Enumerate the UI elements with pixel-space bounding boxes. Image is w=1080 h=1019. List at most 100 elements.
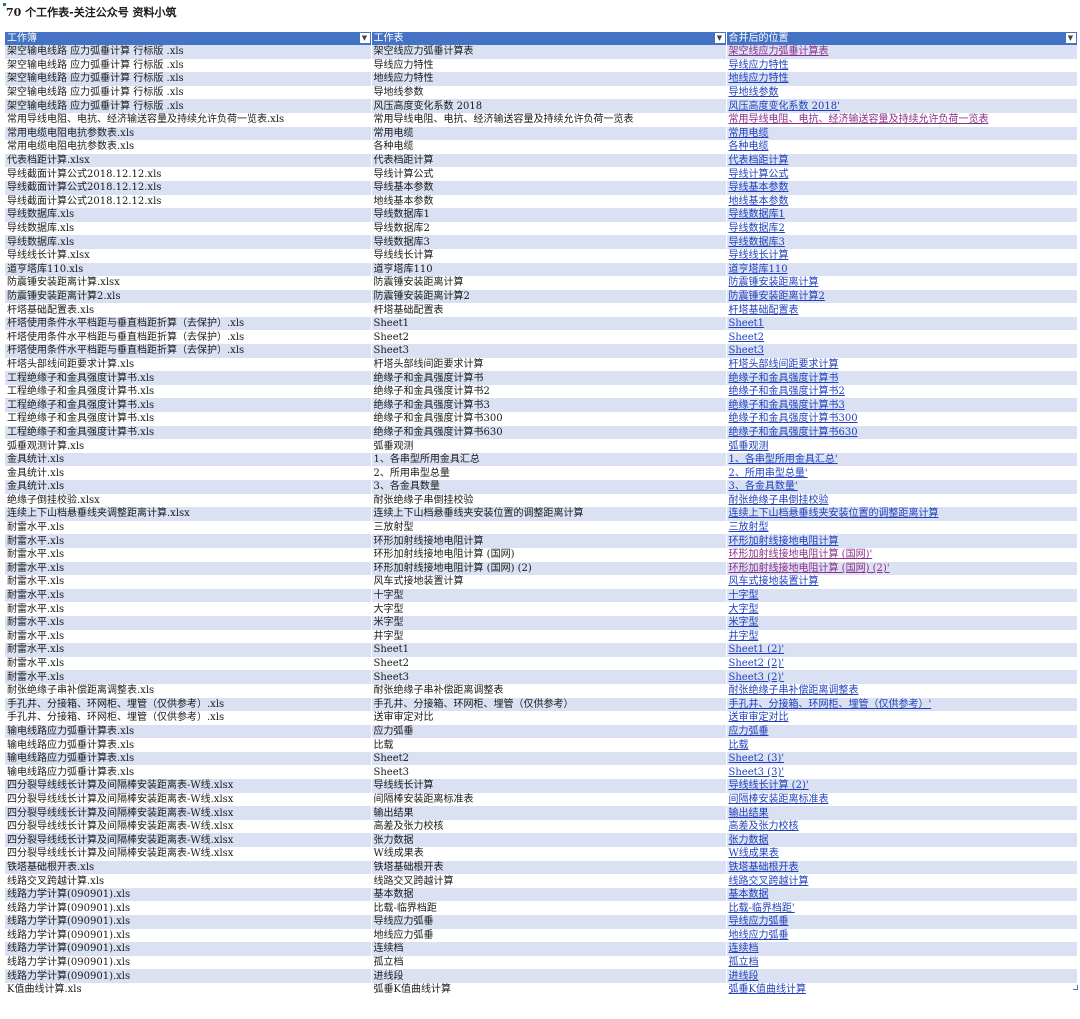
- cell-hyperlink[interactable]: 绝缘子和金具强度计算书2: [726, 384, 1077, 399]
- cell-sheet[interactable]: 线路交叉跨越计算: [371, 874, 726, 888]
- cell-workbook[interactable]: 输电线路应力弧垂计算表.xls: [5, 765, 371, 780]
- cell-sheet[interactable]: 间隔棒安装距离标准表: [371, 792, 726, 807]
- cell-workbook[interactable]: 导线截面计算公式2018.12.12.xls: [5, 167, 371, 181]
- cell-workbook[interactable]: 导线截面计算公式2018.12.12.xls: [5, 180, 371, 195]
- cell-sheet[interactable]: 基本数据: [371, 887, 726, 902]
- cell-sheet[interactable]: 3、各金具数量: [371, 480, 726, 494]
- cell-sheet[interactable]: 地线基本参数: [371, 194, 726, 209]
- cell-workbook[interactable]: 耐雷水平.xls: [5, 561, 371, 576]
- cell-sheet[interactable]: 比载: [371, 738, 726, 752]
- cell-hyperlink[interactable]: 基本数据: [726, 887, 1077, 902]
- cell-workbook[interactable]: 杆塔头部线间距要求计算.xls: [5, 357, 371, 372]
- table-resize-handle[interactable]: [1073, 985, 1078, 990]
- cell-hyperlink[interactable]: Sheet3: [726, 344, 1077, 358]
- cell-sheet[interactable]: 绝缘子和金具强度计算书3: [371, 398, 726, 413]
- cell-workbook[interactable]: 耐雷水平.xls: [5, 520, 371, 535]
- cell-hyperlink[interactable]: 线路交叉跨越计算: [726, 874, 1077, 888]
- cell-sheet[interactable]: 张力数据: [371, 833, 726, 848]
- cell-sheet[interactable]: 耐张绝缘子串补偿距离调整表: [371, 683, 726, 698]
- cell-sheet[interactable]: Sheet2: [371, 330, 726, 345]
- cell-hyperlink[interactable]: 绝缘子和金具强度计算书3: [726, 398, 1077, 413]
- cell-workbook[interactable]: 线路力学计算(090901).xls: [5, 901, 371, 915]
- cell-hyperlink[interactable]: 导线应力特性: [726, 58, 1077, 73]
- cell-hyperlink[interactable]: 输出结果: [726, 806, 1077, 820]
- cell-sheet[interactable]: 导线应力弧垂: [371, 915, 726, 929]
- cell-hyperlink[interactable]: Sheet2: [726, 330, 1077, 345]
- cell-sheet[interactable]: 绝缘子和金具强度计算书: [371, 371, 726, 385]
- cell-workbook[interactable]: K值曲线计算.xls: [5, 982, 371, 997]
- cell-hyperlink[interactable]: 导线应力弧垂: [726, 915, 1077, 929]
- cell-hyperlink[interactable]: 送审审定对比: [726, 711, 1077, 725]
- cell-hyperlink[interactable]: 3、各金具数量': [726, 480, 1077, 494]
- cell-hyperlink[interactable]: 各种电缆: [726, 140, 1077, 154]
- cell-workbook[interactable]: 四分裂导线线长计算及间隔棒安装距离表-W线.xlsx: [5, 792, 371, 807]
- cell-hyperlink[interactable]: 导线线长计算: [726, 248, 1077, 263]
- cell-sheet[interactable]: 导线计算公式: [371, 167, 726, 181]
- cell-hyperlink[interactable]: 2、所用串型总量': [726, 466, 1077, 480]
- cell-hyperlink[interactable]: 1、各串型所用金具汇总': [726, 452, 1077, 467]
- cell-workbook[interactable]: 常用电缆电阻电抗参数表.xls: [5, 126, 371, 141]
- cell-hyperlink[interactable]: 高差及张力校核: [726, 819, 1077, 834]
- cell-workbook[interactable]: 道亨塔库110.xls: [5, 262, 371, 277]
- cell-workbook[interactable]: 耐雷水平.xls: [5, 547, 371, 562]
- cell-sheet[interactable]: 常用导线电阻、电抗、经济输送容量及持续允许负荷一览表: [371, 112, 726, 127]
- cell-sheet[interactable]: 弧垂观测: [371, 439, 726, 453]
- cell-hyperlink[interactable]: Sheet1: [726, 316, 1077, 331]
- cell-hyperlink[interactable]: 环形加射线接地电阻计算: [726, 534, 1077, 548]
- cell-sheet[interactable]: 防震锤安装距离计算2: [371, 289, 726, 304]
- cell-sheet[interactable]: 2、所用串型总量: [371, 466, 726, 480]
- cell-hyperlink[interactable]: 导线计算公式: [726, 167, 1077, 181]
- cell-workbook[interactable]: 输电线路应力弧垂计算表.xls: [5, 738, 371, 752]
- cell-workbook[interactable]: 手孔井、分接箱、环网柜、埋管（仅供参考）.xls: [5, 697, 371, 712]
- cell-hyperlink[interactable]: Sheet2 (2)': [726, 656, 1077, 671]
- cell-sheet[interactable]: 常用电缆: [371, 126, 726, 141]
- cell-workbook[interactable]: 弧垂观测计算.xls: [5, 439, 371, 453]
- cell-workbook[interactable]: 杆塔使用条件水平档距与垂直档距折算（去保护）.xls: [5, 316, 371, 331]
- cell-sheet[interactable]: 孤立档: [371, 955, 726, 970]
- cell-workbook[interactable]: 四分裂导线线长计算及间隔棒安装距离表-W线.xlsx: [5, 806, 371, 820]
- cell-workbook[interactable]: 耐雷水平.xls: [5, 575, 371, 589]
- cell-hyperlink[interactable]: 架空线应力弧垂计算表: [726, 45, 1077, 59]
- cell-sheet[interactable]: Sheet1: [371, 643, 726, 657]
- cell-workbook[interactable]: 耐雷水平.xls: [5, 534, 371, 548]
- cell-workbook[interactable]: 四分裂导线线长计算及间隔棒安装距离表-W线.xlsx: [5, 819, 371, 834]
- cell-workbook[interactable]: 金具统计.xls: [5, 466, 371, 480]
- cell-workbook[interactable]: 耐雷水平.xls: [5, 588, 371, 603]
- cell-sheet[interactable]: Sheet3: [371, 344, 726, 358]
- cell-workbook[interactable]: 线路力学计算(090901).xls: [5, 915, 371, 929]
- cell-hyperlink[interactable]: Sheet3 (3)': [726, 765, 1077, 780]
- cell-workbook[interactable]: 架空输电线路 应力弧垂计算 行标版 .xls: [5, 99, 371, 113]
- cell-workbook[interactable]: 导线截面计算公式2018.12.12.xls: [5, 194, 371, 209]
- cell-workbook[interactable]: 架空输电线路 应力弧垂计算 行标版 .xls: [5, 58, 371, 73]
- cell-workbook[interactable]: 绝缘子倒挂校验.xlsx: [5, 493, 371, 508]
- cell-workbook[interactable]: 线路力学计算(090901).xls: [5, 942, 371, 956]
- cell-sheet[interactable]: 应力弧垂: [371, 724, 726, 739]
- header-merged-location[interactable]: 合并后的位置 ▼: [726, 32, 1078, 45]
- cell-sheet[interactable]: 绝缘子和金具强度计算书2: [371, 384, 726, 399]
- cell-hyperlink[interactable]: 间隔棒安装距离标准表: [726, 792, 1077, 807]
- dropdown-arrow-icon[interactable]: ▼: [1065, 33, 1076, 43]
- cell-hyperlink[interactable]: 常用电缆: [726, 126, 1077, 141]
- cell-hyperlink[interactable]: Sheet1 (2)': [726, 643, 1077, 657]
- cell-sheet[interactable]: 井字型: [371, 629, 726, 644]
- cell-sheet[interactable]: Sheet3: [371, 765, 726, 780]
- cell-workbook[interactable]: 线路交叉跨越计算.xls: [5, 874, 371, 888]
- cell-hyperlink[interactable]: 杆塔基础配置表: [726, 303, 1077, 317]
- cell-hyperlink[interactable]: 三放射型: [726, 520, 1077, 535]
- cell-sheet[interactable]: 耐张绝缘子串倒挂校验: [371, 493, 726, 508]
- cell-hyperlink[interactable]: 导线基本参数: [726, 180, 1077, 195]
- cell-hyperlink[interactable]: 地线应力特性: [726, 72, 1077, 86]
- cell-workbook[interactable]: 杆塔使用条件水平档距与垂直档距折算（去保护）.xls: [5, 344, 371, 358]
- cell-sheet[interactable]: 风压高度变化系数 2018: [371, 99, 726, 113]
- cell-sheet[interactable]: 输出结果: [371, 806, 726, 820]
- cell-workbook[interactable]: 导线数据库.xls: [5, 235, 371, 249]
- cell-workbook[interactable]: 杆塔基础配置表.xls: [5, 303, 371, 317]
- cell-workbook[interactable]: 四分裂导线线长计算及间隔棒安装距离表-W线.xlsx: [5, 847, 371, 861]
- cell-workbook[interactable]: 导线数据库.xls: [5, 221, 371, 236]
- cell-workbook[interactable]: 铁塔基础根开表.xls: [5, 860, 371, 875]
- cell-workbook[interactable]: 四分裂导线线长计算及间隔棒安装距离表-W线.xlsx: [5, 779, 371, 793]
- cell-sheet[interactable]: 连续档: [371, 942, 726, 956]
- cell-hyperlink[interactable]: 导线数据库3: [726, 235, 1077, 249]
- cell-workbook[interactable]: 工程绝缘子和金具强度计算书.xls: [5, 384, 371, 399]
- cell-sheet[interactable]: 环形加射线接地电阻计算: [371, 534, 726, 548]
